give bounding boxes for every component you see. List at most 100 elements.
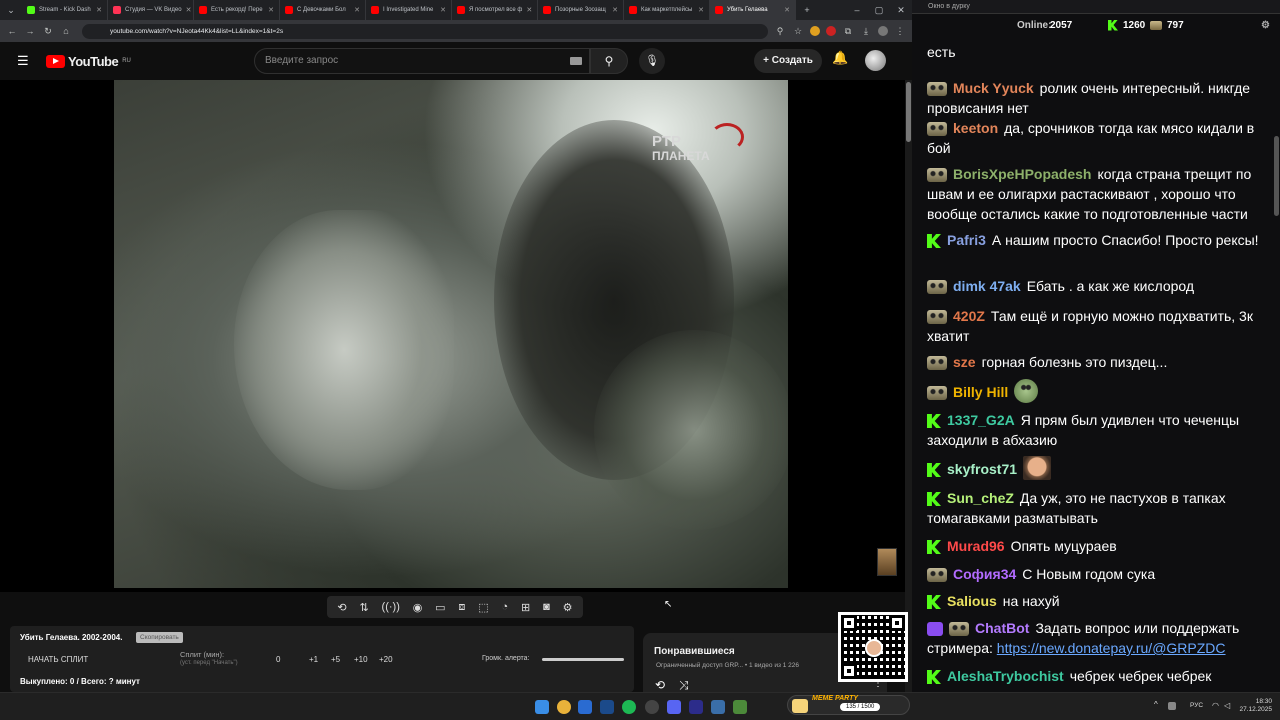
app-icon[interactable] [733, 700, 747, 714]
tab-menu-button[interactable]: ⌄ [0, 5, 22, 16]
copy-button[interactable]: Скопировать [136, 632, 183, 643]
add-frame-icon[interactable]: ⊞ [521, 601, 530, 614]
browser-tab[interactable]: Есть рекорд! Пере ✕ [194, 0, 280, 20]
browser-tab[interactable]: С Девочками Бол ✕ [280, 0, 366, 20]
language-indicator[interactable]: РУС [1190, 702, 1203, 709]
chat-username[interactable]: Muck Yyuck [953, 80, 1034, 96]
chat-username[interactable]: 1337_G2A [947, 412, 1015, 428]
chat-username[interactable]: Salious [947, 593, 997, 609]
add-1-button[interactable]: +1 [309, 655, 318, 664]
close-icon[interactable]: ✕ [440, 6, 446, 14]
windows-start-icon[interactable] [535, 700, 549, 714]
start-split-button[interactable]: НАЧАТЬ СПЛИТ [28, 655, 88, 664]
chat-scrollbar[interactable] [1273, 36, 1280, 692]
speed-icon[interactable]: ◔ [502, 601, 509, 613]
reload-icon[interactable]: ↻ [42, 26, 54, 37]
close-icon[interactable]: ✕ [784, 6, 790, 14]
extension-icon[interactable] [826, 26, 836, 36]
loop-icon[interactable]: ⟲ [337, 601, 346, 614]
home-icon[interactable]: ⌂ [60, 26, 72, 36]
close-icon[interactable]: ✕ [526, 6, 532, 14]
close-icon[interactable]: ✕ [354, 6, 360, 14]
wifi-icon[interactable]: ◠ [1212, 701, 1219, 710]
minimize-icon[interactable]: – [846, 5, 868, 15]
forward-icon[interactable]: → [24, 26, 36, 36]
keyboard-icon[interactable] [570, 57, 582, 65]
browser-tab[interactable]: Как маркетплейсы ✕ [624, 0, 710, 20]
chat-username[interactable]: Billy Hill [953, 384, 1008, 400]
avatar[interactable] [865, 50, 886, 71]
browser-tab-active[interactable]: Убить Гелаева ✕ [710, 0, 796, 20]
chat-username[interactable]: skyfrost71 [947, 461, 1017, 477]
maximize-icon[interactable]: ▢ [868, 5, 890, 16]
chat-username[interactable]: sze [953, 354, 976, 370]
chrome-icon[interactable] [557, 700, 571, 714]
close-icon[interactable]: ✕ [186, 6, 192, 14]
chat-username[interactable]: Sun_cheZ [947, 490, 1014, 506]
browser-tab[interactable]: Я посмотрел все ф ✕ [452, 0, 538, 20]
browser-menu-icon[interactable]: ⋮ [894, 26, 906, 37]
clock[interactable]: 18:30 27.12.2025 [1236, 698, 1272, 714]
audio-waves-icon[interactable]: ((·)) [382, 601, 400, 613]
volume-icon[interactable]: ◁ [1224, 701, 1230, 710]
zoom-icon[interactable]: ⚲ [774, 26, 786, 37]
browser-tab[interactable]: Stream - Kick Dash ✕ [22, 0, 108, 20]
spotify-icon[interactable] [622, 700, 636, 714]
extensions-puzzle-icon[interactable]: ⧉ [842, 26, 854, 37]
chat-username[interactable]: Pafri3 [947, 232, 986, 248]
chat-username[interactable]: keeton [953, 120, 998, 136]
alert-volume-slider[interactable] [542, 658, 624, 661]
window-close-icon[interactable]: ✕ [890, 5, 912, 16]
menu-icon[interactable]: ☰ [17, 53, 31, 69]
close-icon[interactable]: ✕ [612, 6, 618, 14]
donate-link[interactable]: https://new.donatepay.ru/@GRPZDC [997, 640, 1226, 656]
url-field[interactable]: youtube.com/watch?v=NJeota44Kk4&list=LL&… [82, 23, 768, 39]
chat-username[interactable]: Murad96 [947, 538, 1005, 554]
browser-tab[interactable]: Позорные Зоозащ ✕ [538, 0, 624, 20]
picture-in-picture-icon[interactable]: ⧈ [458, 601, 465, 614]
youtube-logo[interactable]: YouTube RU [46, 54, 131, 69]
page-scrollbar[interactable] [905, 80, 912, 692]
eye-icon[interactable]: ◉ [413, 601, 423, 614]
close-icon[interactable]: ✕ [698, 6, 704, 14]
extension-icon[interactable] [810, 26, 820, 36]
chat-username[interactable]: dimk 47ak [953, 278, 1021, 294]
app-icon[interactable] [711, 700, 725, 714]
end-screen-thumbnail[interactable] [877, 548, 897, 576]
loop-icon[interactable]: ⟲ [655, 678, 665, 692]
create-button[interactable]: + Создать [754, 49, 822, 73]
steam-icon[interactable] [600, 700, 614, 714]
chat-username[interactable]: AleshaTrybochist [947, 668, 1064, 684]
profile-icon[interactable] [878, 26, 888, 36]
explorer-icon[interactable] [578, 700, 592, 714]
tray-chevron-icon[interactable]: ^ [1154, 700, 1158, 709]
playlist-title[interactable]: Понравившиеся [654, 646, 735, 657]
browser-tab[interactable]: Студия — VK Видео ✕ [108, 0, 194, 20]
add-5-button[interactable]: +5 [331, 655, 340, 664]
new-tab-button[interactable]: + [796, 5, 818, 15]
download-icon[interactable]: ⤓ [860, 26, 872, 37]
sort-icon[interactable]: ⇅ [359, 601, 368, 614]
browser-tab[interactable]: I Investigated Mine ✕ [366, 0, 452, 20]
chat-username[interactable]: София34 [953, 566, 1016, 582]
gear-icon[interactable]: ⚙ [1261, 20, 1270, 31]
screenshot-camera-icon[interactable]: ◙ [543, 601, 550, 613]
obs-icon[interactable] [645, 700, 659, 714]
voice-search-button[interactable]: 🎙 [639, 48, 665, 74]
close-icon[interactable]: ✕ [96, 6, 102, 14]
add-20-button[interactable]: +20 [379, 655, 393, 664]
crop-icon[interactable]: ⬚ [478, 601, 488, 614]
search-button[interactable]: ⚲ [590, 48, 628, 74]
gear-icon[interactable]: ⚙ [563, 601, 573, 614]
video-frame[interactable]: РТР ПЛАНЕТА [114, 80, 788, 588]
chat-username[interactable]: ChatBot [975, 620, 1029, 636]
discord-icon[interactable] [667, 700, 681, 714]
tray-app-icon[interactable] [1168, 702, 1176, 710]
notifications-bell-icon[interactable]: 🔔 [832, 50, 848, 66]
chat-username[interactable]: 420Z [953, 308, 985, 324]
search-input[interactable]: Введите запрос [254, 48, 590, 74]
bookmark-star-icon[interactable]: ☆ [792, 26, 804, 37]
meme-party-widget[interactable]: MEME PARTY 135 / 1500 [787, 695, 910, 715]
back-icon[interactable]: ← [6, 26, 18, 36]
cinema-icon[interactable]: ▭ [435, 601, 445, 614]
